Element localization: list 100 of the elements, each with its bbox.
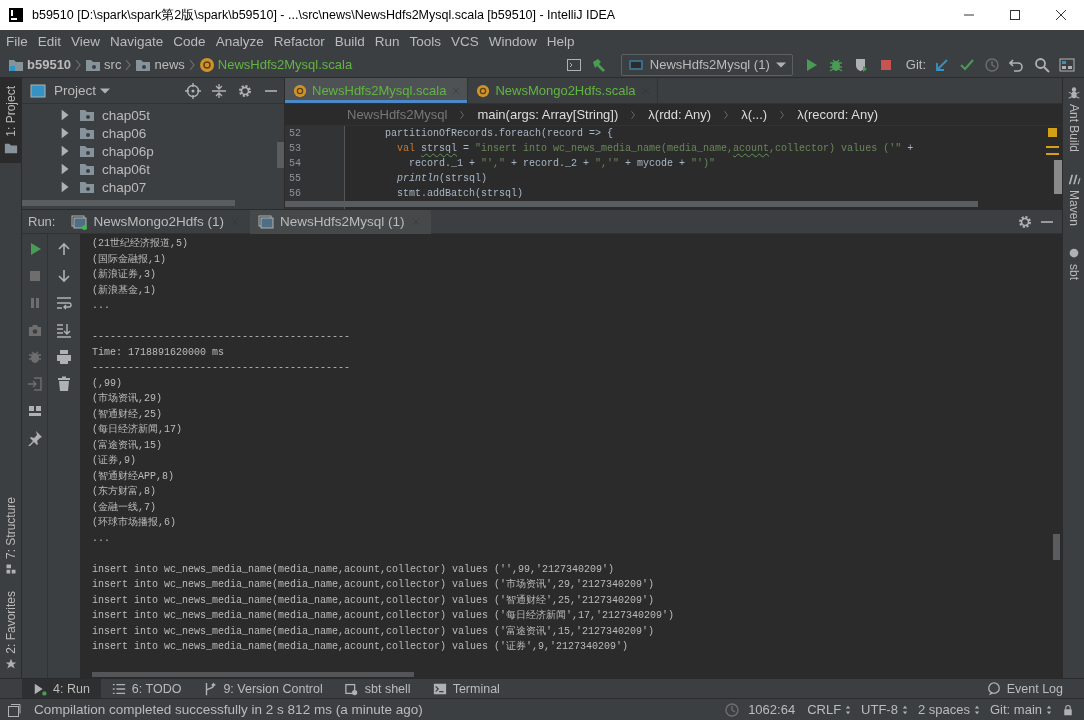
breadcrumb-item[interactable]: λ(...) [741,107,768,122]
tool-window-button[interactable]: 2: Favorites [0,583,21,678]
console-line: (新浪证券,3) [92,267,156,282]
menu-item[interactable]: Refactor [268,33,330,49]
run-tab[interactable]: NewsMongo2Hdfs (1) [63,209,251,234]
scrollbar-thumb[interactable] [285,201,978,207]
editor-tab[interactable]: NewsHdfs2Mysql.scala [285,78,469,103]
panel-title[interactable]: Project [54,83,97,98]
folder-icon [79,125,95,141]
tool-window-tab[interactable]: 4: Run [22,678,101,699]
up-arrow-icon [56,241,72,257]
folder-icon [79,107,95,123]
line-separator-widget[interactable]: CRLF [807,702,854,717]
terminal-icon [432,681,447,696]
scrollbar-thumb[interactable] [92,672,414,677]
maximize-icon [1007,7,1023,23]
encoding-widget[interactable]: UTF-8 [861,702,910,717]
trash-icon [56,376,72,392]
tree-item[interactable]: chap06 [60,124,147,142]
structure-icon [4,563,17,576]
code-line: stmt.addBatch(strsql) [396,187,524,201]
breadcrumb-item[interactable]: λ(rdd: Any) [648,107,712,122]
menu-item[interactable]: Build [329,33,370,49]
play-icon [33,681,47,696]
warning-marker[interactable] [1046,146,1059,148]
tool-window-tab[interactable]: sbt shell [333,678,422,699]
scrollbar-thumb[interactable] [1054,160,1062,194]
tree-item[interactable]: chap05t [60,106,151,124]
breadcrumb-item[interactable]: λ(record: Any) [797,107,879,122]
menu-item[interactable]: Code [168,33,211,49]
console-line: insert into wc_news_media_name(media_name,acount,collector) values ('每日经济新闻',17,'2127340209') [92,608,675,623]
folder-icon [79,143,95,159]
breadcrumb-item[interactable]: NewsHdfs2Mysql.scala [217,57,353,72]
arrow-icon [934,56,950,73]
star-icon [4,658,17,670]
chevron-icon [630,109,637,120]
console-line: ------------------------------------------- [92,330,351,344]
console-line: ... [92,531,110,546]
breadcrumb-item[interactable]: b59510 [27,57,72,72]
tool-window-tab[interactable]: 9: Version Control [192,678,334,699]
tool-window-tab[interactable]: 6: TODO [100,678,193,699]
menu-item[interactable]: Navigate [105,33,169,49]
run-configuration-dropdown[interactable]: NewsHdfs2Mysql (1) [620,53,793,76]
menu-item[interactable]: File [1,33,33,49]
breadcrumb-item[interactable]: main(args: Array[String]) [477,107,619,122]
branch-icon [203,681,218,696]
line-number: 56 [289,187,302,201]
tool-window-button[interactable]: Ant Build [1063,78,1084,165]
lock-icon[interactable] [1062,703,1074,716]
tree-item[interactable]: chap06p [60,142,154,160]
menu-item[interactable]: Tools [404,33,446,49]
scrollbar-thumb[interactable] [277,142,284,168]
console-line: (市场资讯,29) [92,391,162,406]
tool-window-button[interactable]: sbt [1063,238,1084,293]
console-line: (21世纪经济报道,5) [92,236,188,251]
list-icon [111,681,126,696]
file-icon [198,56,215,73]
menu-item[interactable]: Window [483,33,542,49]
caret-icon[interactable] [100,87,111,94]
tool-window-tab[interactable]: Terminal [421,678,511,699]
tree-item[interactable]: chap06t [60,160,151,178]
tool-window-button[interactable]: Maven [1063,164,1084,239]
clock-icon[interactable] [724,701,741,718]
console-line: (智通财经APP,8) [92,469,174,484]
folder-icon [79,179,95,195]
close-icon [1053,7,1069,23]
tool-window-tab[interactable]: Event Log [975,678,1074,699]
tool-window-button[interactable]: 1: Project [0,78,21,163]
console-line: (,99) [92,376,122,391]
scrollbar-thumb[interactable] [1053,534,1060,560]
editor-tab[interactable]: NewsMongo2Hdfs.scala [468,78,658,103]
run-tab[interactable]: NewsHdfs2Mysql (1) [250,209,431,234]
breadcrumb-item[interactable]: src [104,57,122,72]
caret-position[interactable]: 1062:64 [748,702,796,717]
tool-window-button[interactable]: 7: Structure [0,489,21,584]
menu-item[interactable]: Analyze [210,33,269,49]
warning-marker[interactable] [1048,128,1057,137]
breadcrumb-item[interactable]: news [154,57,185,72]
branch-widget[interactable]: Git: main [990,702,1054,717]
scroll-to-end-icon [56,322,72,338]
bug-icon [26,349,43,365]
chevron-icon [74,58,83,71]
gear-icon [1017,213,1033,230]
breadcrumb-item[interactable]: NewsHdfs2Mysql [347,107,448,122]
panel-icon [30,82,46,99]
menu-item[interactable]: VCS [446,33,484,49]
menu-item[interactable]: Help [541,33,580,49]
window-icon[interactable] [6,701,22,718]
minimize-icon [963,14,975,16]
menu-item[interactable]: Edit [32,33,67,49]
console-line: (新浪基金,1) [92,283,156,298]
tree-item[interactable]: chap07 [60,178,147,196]
scrollbar-thumb[interactable] [22,200,235,206]
console-line: insert into wc_news_media_name(media_name,acount,collector) values ('富途资讯',15,'2127340209') [92,624,655,639]
collapse-icon [211,82,227,99]
menu-item[interactable]: View [66,33,106,49]
menu-item[interactable]: Run [369,33,405,49]
clock-icon [984,56,1000,73]
warning-marker[interactable] [1046,153,1059,155]
indent-widget[interactable]: 2 spaces [917,702,982,717]
